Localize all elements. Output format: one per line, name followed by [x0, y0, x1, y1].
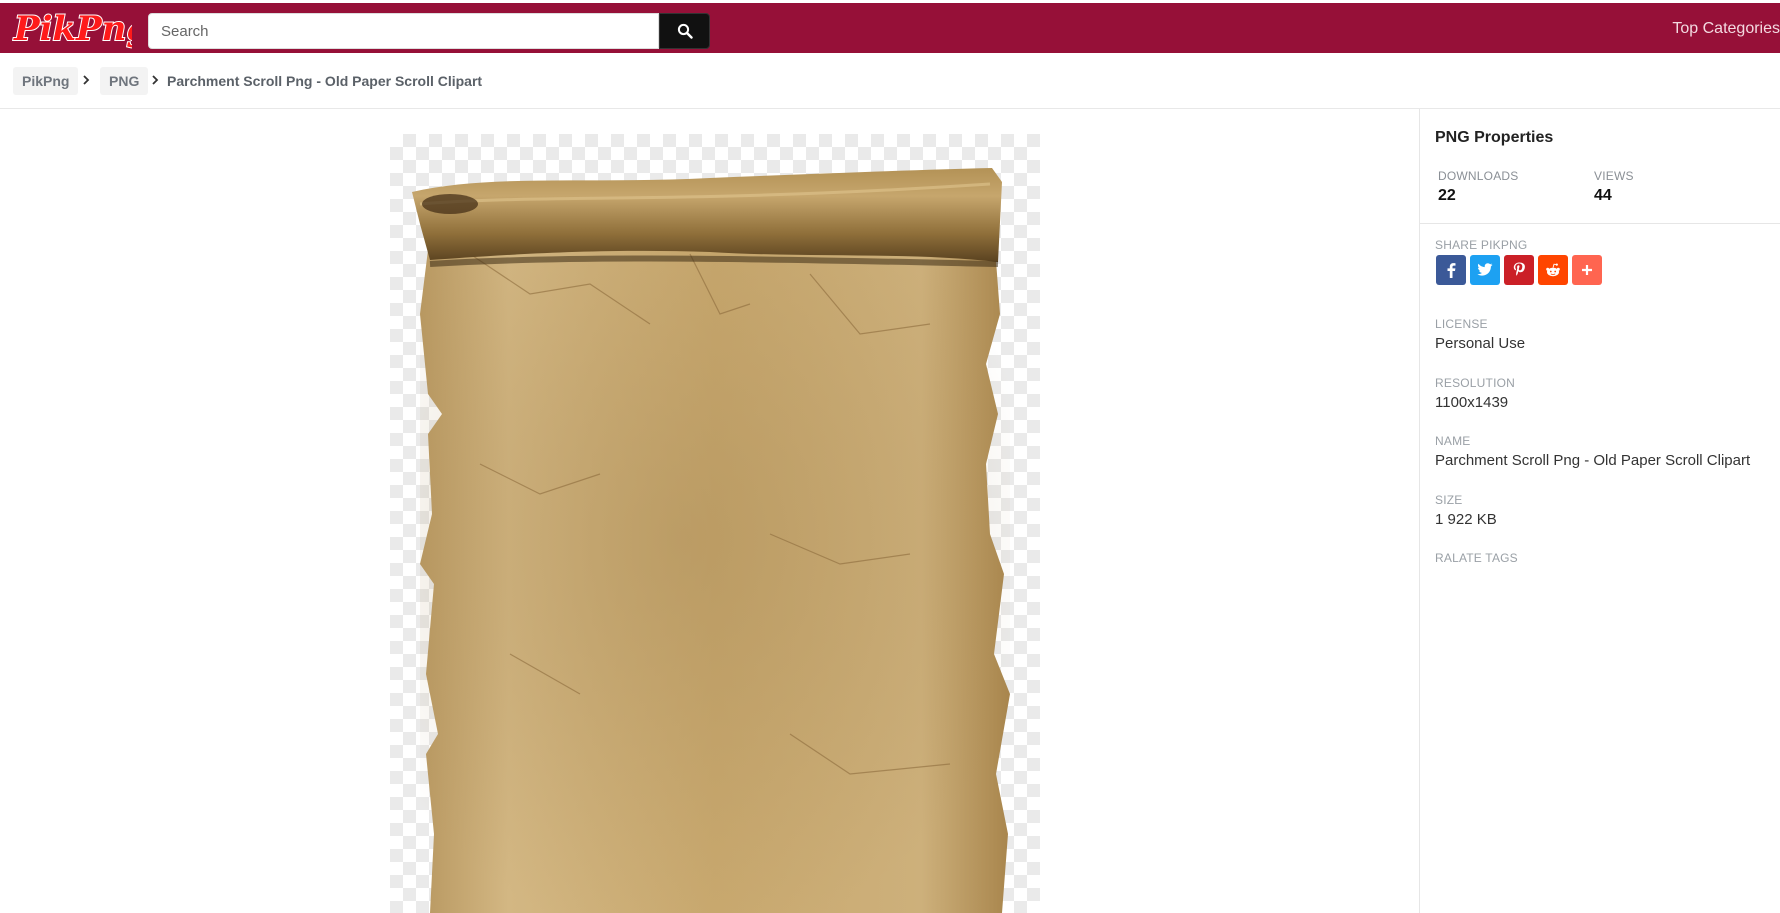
- size-value: 1 922 KB: [1435, 511, 1497, 528]
- top-categories-link[interactable]: Top Categories: [1672, 20, 1780, 38]
- svg-text:PikPng: PikPng: [13, 9, 132, 49]
- transparency-background: [390, 134, 1040, 913]
- facebook-share-button[interactable]: [1436, 255, 1466, 285]
- downloads-label: DOWNLOADS: [1438, 169, 1519, 183]
- pinterest-share-button[interactable]: [1504, 255, 1534, 285]
- reddit-icon: [1546, 263, 1560, 277]
- plus-icon: [1582, 265, 1592, 275]
- breadcrumb-item-pikpng[interactable]: PikPng: [13, 67, 79, 95]
- search-input[interactable]: [148, 13, 659, 49]
- views-label: VIEWS: [1594, 169, 1634, 183]
- properties-title: PNG Properties: [1435, 129, 1554, 146]
- breadcrumb-current: Parchment Scroll Png - Old Paper Scroll …: [167, 73, 483, 89]
- resolution-value: 1100x1439: [1435, 394, 1509, 411]
- image-preview-area: [0, 109, 1419, 913]
- downloads-count: 22: [1438, 187, 1456, 204]
- parchment-scroll-image[interactable]: [390, 134, 1040, 913]
- share-buttons: [1436, 255, 1602, 285]
- facebook-icon: [1447, 263, 1456, 278]
- size-label: SIZE: [1435, 493, 1463, 507]
- resolution-label: RESOLUTION: [1435, 376, 1516, 390]
- divider: [1420, 223, 1780, 224]
- twitter-icon: [1477, 263, 1493, 276]
- reddit-share-button[interactable]: [1538, 255, 1568, 285]
- more-share-button[interactable]: [1572, 255, 1602, 285]
- properties-sidebar: PNG Properties DOWNLOADS 22 VIEWS 44 SHA…: [1419, 109, 1780, 913]
- breadcrumb: PikPng PNG Parchment Scroll Png - Old Pa…: [0, 53, 1780, 109]
- top-navbar: PikPng Top Categories: [0, 0, 1780, 53]
- name-label: NAME: [1435, 434, 1471, 448]
- twitter-share-button[interactable]: [1470, 255, 1500, 285]
- share-label: SHARE PIKPNG: [1435, 238, 1528, 252]
- search-icon: [677, 23, 693, 39]
- breadcrumb-item-png[interactable]: PNG: [100, 67, 149, 95]
- chevron-right-icon: [83, 75, 90, 85]
- views-count: 44: [1594, 187, 1612, 204]
- related-tags-label: RALATE TAGS: [1435, 551, 1518, 565]
- chevron-right-icon: [152, 75, 159, 85]
- name-value: Parchment Scroll Png - Old Paper Scroll …: [1435, 452, 1751, 469]
- pinterest-icon: [1513, 262, 1525, 276]
- license-label: LICENSE: [1435, 317, 1488, 331]
- license-value: Personal Use: [1435, 335, 1526, 352]
- pikpng-logo[interactable]: PikPng: [12, 9, 132, 49]
- search-button[interactable]: [659, 13, 710, 49]
